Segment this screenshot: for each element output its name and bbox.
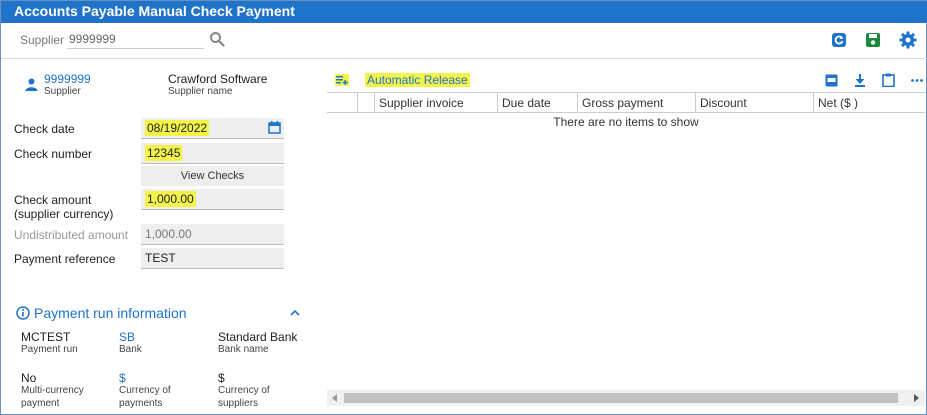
multi-currency-caption-2: payment [21,398,60,409]
check-number-label: Check number [14,147,93,161]
download-icon[interactable] [854,74,866,87]
gear-icon[interactable] [899,31,917,49]
bank-link[interactable]: SB [119,330,135,344]
undistributed-amount-label: Undistributed amount [14,228,129,242]
check-date-label: Check date [14,122,75,136]
currency-of-payments-link[interactable]: $ [119,371,126,385]
search-icon[interactable] [209,31,225,47]
window-title: Accounts Payable Manual Check Payment [1,1,927,23]
chevron-up-icon[interactable] [290,309,300,316]
check-amount-sublabel: (supplier currency) [14,207,114,221]
bank-name-value: Standard Bank [218,330,298,344]
payment-reference-label: Payment reference [14,252,116,266]
pdf-icon[interactable] [825,74,838,87]
scrollbar-thumb[interactable] [344,393,898,403]
currency-of-payments-caption: Currency of [119,385,171,396]
grid-empty-message: There are no items to show [553,115,699,129]
check-date-field[interactable]: 08/19/2022 [141,118,284,139]
automatic-release-button[interactable]: Automatic Release [365,73,470,87]
bank-name-caption: Bank name [218,344,269,355]
payment-run-caption: Payment run [21,344,78,355]
clipboard-icon[interactable] [882,73,895,87]
supplier-name-caption: Supplier name [168,86,233,97]
add-line-icon[interactable] [335,74,349,86]
grid-toolbar: Automatic Release [327,67,925,93]
supplier-label: Supplier [20,33,65,47]
check-amount-value: 1,000.00 [145,191,196,207]
multi-currency-caption: Multi-currency [21,385,84,396]
supplier-id-link[interactable]: 9999999 [44,72,91,86]
check-amount-field[interactable]: 1,000.00 [141,189,284,210]
currency-of-suppliers-caption: Currency of [218,385,270,396]
column-header-gross-payment[interactable]: Gross payment [577,93,695,113]
top-toolbar: Supplier [1,23,927,59]
check-number-value: 12345 [145,145,183,161]
info-icon [16,306,30,320]
check-number-field[interactable]: 12345 [141,143,284,164]
payment-run-section-title: Payment run information [34,305,187,321]
check-date-value: 08/19/2022 [145,120,210,136]
check-amount-label: Check amount [14,193,92,207]
check-details-panel: 9999999 Supplier Crawford Software Suppl… [1,60,311,415]
supplier-name: Crawford Software [168,72,268,86]
column-header-due-date[interactable]: Due date [497,93,577,113]
payment-reference-field[interactable]: TEST [141,248,284,269]
person-icon [25,78,38,91]
view-checks-button[interactable]: View Checks [141,166,284,186]
scroll-left-icon[interactable] [332,394,338,402]
bank-caption: Bank [119,344,142,355]
supplier-input[interactable] [67,29,204,49]
calendar-icon[interactable] [268,121,281,134]
grid-header-row: Supplier invoice Due date Gross payment … [327,93,925,113]
column-header-supplier-invoice[interactable]: Supplier invoice [374,93,497,113]
payment-run-value: MCTEST [21,330,71,344]
currency-of-suppliers-caption-2: suppliers [218,398,259,409]
currency-of-payments-caption-2: payments [119,398,163,409]
refresh-icon[interactable] [831,32,847,48]
app-window: Accounts Payable Manual Check Payment Su… [0,0,927,415]
multi-currency-value: No [21,371,37,385]
scroll-right-icon[interactable] [914,394,920,402]
supplier-id-caption: Supplier [44,86,81,97]
invoice-grid-panel: Automatic Release Supplier invoice Due d… [327,67,925,409]
save-icon[interactable] [865,32,881,48]
undistributed-amount-field: 1,000.00 [141,224,284,245]
grid-header-spacer [357,93,374,113]
more-icon[interactable] [911,79,923,82]
column-header-discount[interactable]: Discount [695,93,813,113]
grid-horizontal-scrollbar[interactable] [327,390,925,406]
column-header-net[interactable]: Net ($ ) [813,93,925,113]
currency-of-suppliers-value: $ [218,371,225,385]
